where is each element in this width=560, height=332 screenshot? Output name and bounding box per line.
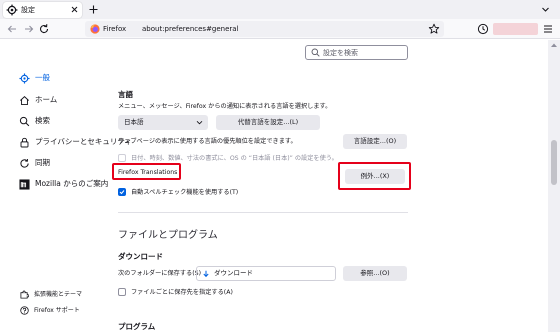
spellcheck-label: 自動スペルチェック機能を使用する(T) (131, 188, 239, 196)
search-icon (311, 48, 320, 57)
forward-arrow-icon[interactable] (22, 22, 36, 36)
sidebar-extensions-label: 拡張機能とテーマ (34, 290, 83, 298)
url-text[interactable]: about:preferences#general (142, 24, 239, 34)
sidebar-item-label: 検索 (35, 116, 50, 125)
download-arrow-icon (203, 270, 209, 277)
search-icon (19, 116, 30, 126)
download-folder-name: ダウンロード (214, 269, 253, 277)
spellcheck-checkbox[interactable]: 自動スペルチェック機能を使用する(T) (118, 187, 238, 197)
reload-icon[interactable] (37, 22, 51, 36)
identity-label: Firefox (103, 25, 127, 33)
download-folder-field: ダウンロード (196, 266, 336, 281)
sidebar-item-home[interactable]: ホーム (19, 93, 57, 107)
account-avatar[interactable] (493, 23, 538, 35)
checkbox-box[interactable] (118, 188, 126, 196)
mozilla-icon (19, 178, 30, 190)
page-scrollbar[interactable] (548, 40, 560, 332)
checkmark-icon (119, 190, 125, 195)
chevron-down-icon (196, 120, 203, 125)
sidebar-extensions-link[interactable]: 拡張機能とテーマ (20, 288, 82, 300)
sidebar-item-label: ホーム (35, 95, 58, 104)
sidebar-item-privacy[interactable]: プライバシーとセキュリティ (19, 135, 132, 149)
language-settings-button[interactable]: 言語設定...(O) (343, 134, 407, 149)
checkbox-box[interactable] (118, 288, 126, 296)
sidebar-item-sync[interactable]: 同期 (19, 156, 50, 170)
tab-strip: 設定 (0, 0, 560, 19)
language-heading: 言語 (118, 90, 133, 99)
save-to-label: 次のフォルダーに保存する(S) (118, 270, 202, 277)
translations-highlight-box (112, 163, 181, 180)
browse-button[interactable]: 参照...(O) (343, 266, 407, 281)
sidebar-item-label: 同期 (35, 158, 50, 167)
always-ask-label: ファイルごとに保存先を指定する(A) (131, 288, 233, 296)
home-icon (20, 95, 29, 105)
back-arrow-icon[interactable] (5, 22, 19, 36)
sidebar-item-search[interactable]: 検索 (19, 114, 50, 128)
bookmark-star-icon[interactable] (428, 23, 440, 35)
identity-box[interactable]: Firefox (90, 23, 126, 35)
exceptions-highlight-box (338, 162, 411, 190)
language-description: メニュー、メッセージ、Firefox からの通知に表示される言語を選択します。 (118, 103, 332, 110)
history-clock-icon[interactable] (476, 22, 490, 36)
puzzle-icon (20, 290, 29, 299)
sidebar-item-mozilla[interactable]: Mozilla からのご案内 (19, 177, 108, 191)
scrollbar-thumb[interactable] (551, 140, 557, 185)
navigation-toolbar: Firefox about:preferences#general (0, 19, 560, 39)
help-icon (20, 305, 29, 315)
scroll-up-arrow-icon[interactable] (550, 42, 558, 48)
set-alternatives-button[interactable]: 代替言語を設定...(L) (216, 115, 320, 130)
hamburger-menu-icon[interactable] (541, 22, 555, 36)
sidebar-support-link[interactable]: Firefox サポート (20, 304, 80, 316)
checkbox-box[interactable] (118, 154, 126, 162)
webpage-language-description: ウェブページの表示に使用する言語の優先順位を設定できます。 (118, 138, 297, 145)
preferences-page: 設定を検索 一般 ホーム 検索 プライバシーとセキュリティ 同期 Mozilla… (0, 40, 548, 332)
sidebar-item-label: Mozilla からのご案内 (35, 179, 109, 188)
sidebar-item-general[interactable]: 一般 (19, 71, 50, 85)
downloads-heading: ダウンロード (118, 252, 163, 261)
tab-settings[interactable]: 設定 (3, 2, 82, 18)
language-select-value: 日本語 (124, 118, 144, 126)
sidebar-item-label: 一般 (35, 73, 50, 82)
close-icon[interactable] (69, 4, 80, 15)
tab-title: 設定 (21, 6, 35, 14)
firefox-logo-icon (90, 24, 100, 34)
lock-icon (20, 137, 29, 147)
chevron-down-icon[interactable] (539, 3, 552, 16)
regional-format-checkbox[interactable]: 日付、時刻、数値、寸法の書式に、OS の “日本語 (日本)” の設定を使う。 (118, 153, 338, 163)
regional-format-label: 日付、時刻、数値、寸法の書式に、OS の “日本語 (日本)” の設定を使う。 (131, 154, 338, 162)
gear-icon (6, 4, 18, 16)
url-bar[interactable]: Firefox about:preferences#general (85, 21, 444, 37)
section-divider (118, 212, 408, 213)
gear-icon (19, 72, 30, 84)
new-tab-icon[interactable] (87, 3, 100, 16)
always-ask-checkbox[interactable]: ファイルごとに保存先を指定する(A) (118, 287, 233, 297)
search-settings-field[interactable]: 設定を検索 (305, 45, 408, 60)
language-select[interactable]: 日本語 (118, 115, 208, 130)
search-settings-placeholder: 設定を検索 (323, 48, 358, 57)
sync-icon (20, 158, 29, 168)
sidebar-support-label: Firefox サポート (34, 306, 80, 314)
programs-heading: プログラム (118, 322, 156, 331)
files-heading: ファイルとプログラム (118, 230, 218, 241)
